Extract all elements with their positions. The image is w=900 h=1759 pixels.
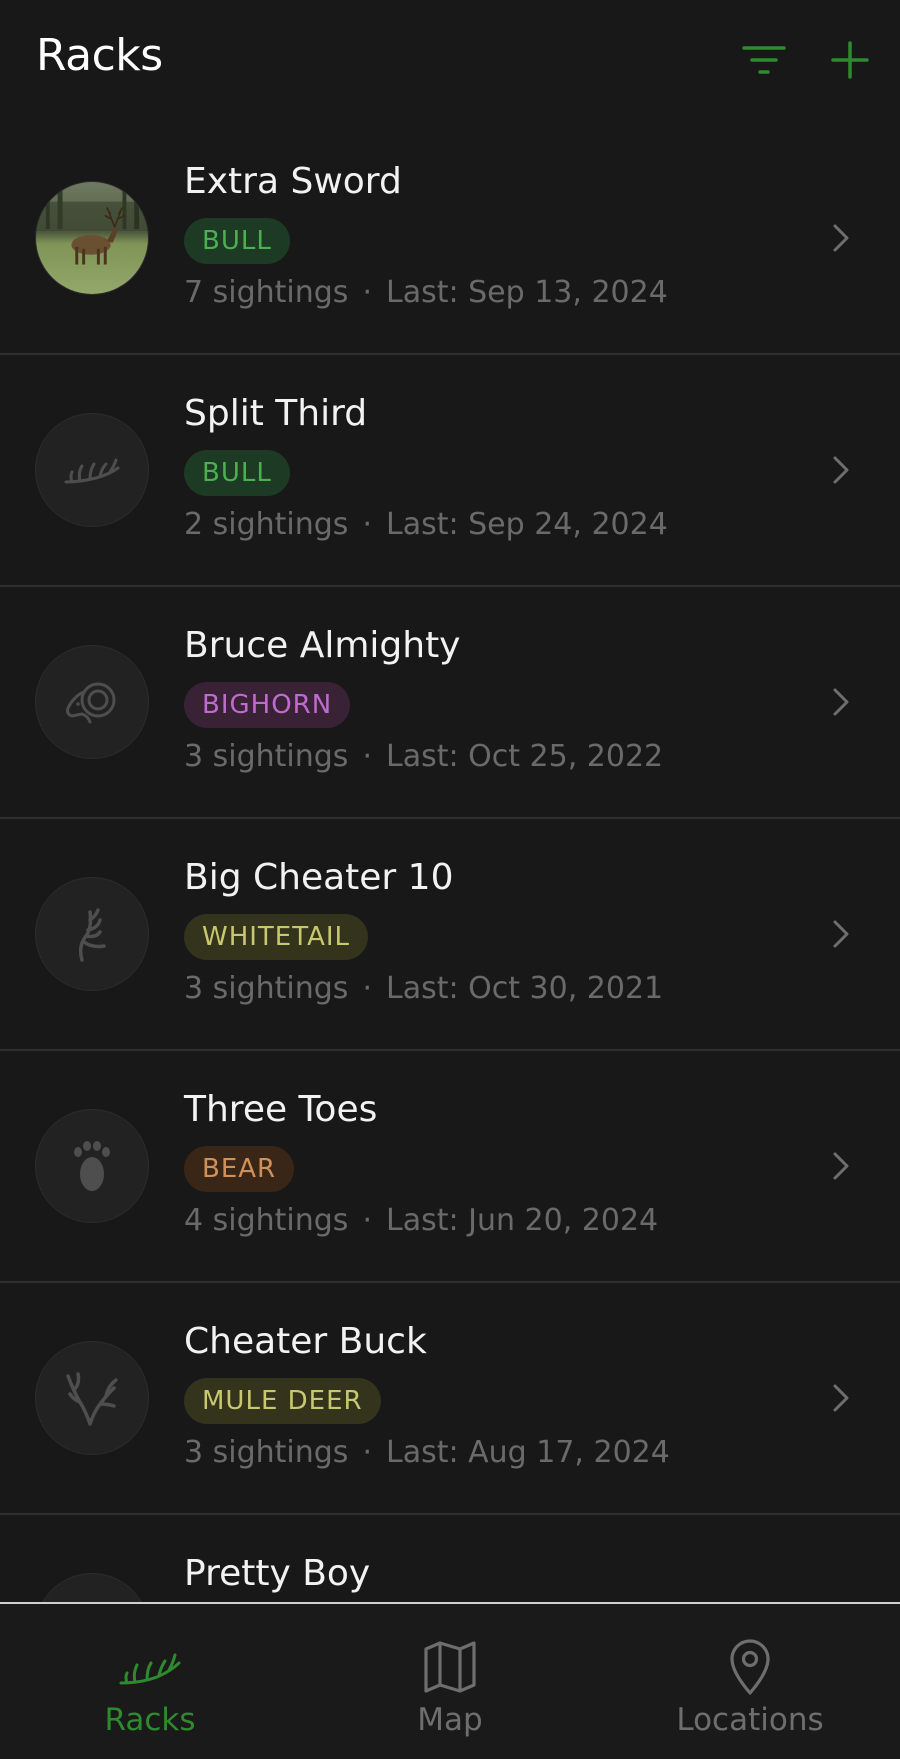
sightings-count: 4 sightings bbox=[184, 1203, 349, 1238]
rack-avatar bbox=[35, 413, 149, 527]
last-sighting: Last: Oct 30, 2021 bbox=[385, 971, 664, 1006]
rack-name: Pretty Boy bbox=[184, 1553, 371, 1594]
separator-dot: · bbox=[362, 1203, 372, 1238]
rack-meta: 3 sightings · Last: Aug 17, 2024 bbox=[184, 1435, 670, 1470]
tab-label: Locations bbox=[676, 1702, 824, 1738]
rack-avatar bbox=[35, 181, 149, 295]
separator-dot: · bbox=[362, 739, 372, 774]
ram-icon bbox=[66, 682, 116, 724]
sightings-count: 3 sightings bbox=[184, 971, 349, 1006]
whitetail-antler-icon bbox=[78, 908, 106, 962]
rack-meta: 7 sightings · Last: Sep 13, 2024 bbox=[184, 275, 668, 310]
bear-paw-icon bbox=[74, 1141, 110, 1191]
location-pin-icon bbox=[600, 1637, 900, 1697]
sightings-count: 3 sightings bbox=[184, 1435, 349, 1470]
rack-row-split-third[interactable]: Split Third BULL 2 sightings · Last: Sep 2… bbox=[0, 355, 900, 587]
tab-label: Map bbox=[417, 1702, 483, 1738]
filter-icon bbox=[742, 46, 786, 74]
rack-avatar bbox=[35, 1109, 149, 1223]
sightings-count: 2 sightings bbox=[184, 507, 349, 542]
sightings-count: 3 sightings bbox=[184, 739, 349, 774]
rack-meta: 3 sightings · Last: Oct 25, 2022 bbox=[184, 739, 663, 774]
chevron-right-icon bbox=[826, 1378, 856, 1418]
species-badge-mule-deer: MULE DEER bbox=[184, 1378, 381, 1424]
filter-button[interactable] bbox=[740, 36, 788, 84]
rack-list: Extra Sword BULL 7 sightings · Last: Sep 1… bbox=[0, 123, 900, 1603]
rack-row-extra-sword[interactable]: Extra Sword BULL 7 sightings · Last: Sep 1… bbox=[0, 123, 900, 355]
rack-name: Bruce Almighty bbox=[184, 625, 461, 666]
map-icon bbox=[300, 1637, 600, 1697]
sightings-count: 7 sightings bbox=[184, 275, 349, 310]
species-badge-bear: BEAR bbox=[184, 1146, 295, 1192]
app-header: Racks bbox=[0, 0, 900, 120]
species-badge-bighorn: BIGHORN bbox=[184, 682, 351, 728]
last-sighting: Last: Aug 17, 2024 bbox=[385, 1435, 670, 1470]
separator-dot: · bbox=[362, 507, 372, 542]
rack-row-cheater-buck[interactable]: Cheater Buck MULE DEER 3 sightings · Last:… bbox=[0, 1283, 900, 1515]
rack-name: Split Third bbox=[184, 393, 368, 434]
species-badge-whitetail: WHITETAIL bbox=[184, 914, 369, 960]
plus-icon bbox=[831, 41, 869, 79]
elk-antler-icon bbox=[64, 458, 120, 484]
add-rack-button[interactable] bbox=[826, 36, 874, 84]
species-badge-bull: BULL bbox=[184, 218, 290, 264]
rack-meta: 2 sightings · Last: Sep 24, 2024 bbox=[184, 507, 668, 542]
avatar-placeholder bbox=[35, 1573, 149, 1603]
rack-avatar bbox=[35, 1341, 149, 1455]
chevron-right-icon bbox=[826, 1146, 856, 1186]
rack-row-pretty-boy[interactable]: Pretty Boy bbox=[0, 1515, 900, 1603]
rack-avatar bbox=[35, 645, 149, 759]
species-badge-bull: BULL bbox=[184, 450, 290, 496]
last-sighting: Last: Oct 25, 2022 bbox=[385, 739, 664, 774]
tab-label: Racks bbox=[104, 1702, 196, 1738]
last-sighting: Last: Sep 24, 2024 bbox=[385, 507, 668, 542]
antler-icon bbox=[0, 1637, 300, 1697]
last-sighting: Last: Sep 13, 2024 bbox=[385, 275, 668, 310]
chevron-right-icon bbox=[826, 450, 856, 490]
tab-locations[interactable]: Locations bbox=[600, 1604, 900, 1759]
rack-row-three-toes[interactable]: Three Toes BEAR 4 sightings · Last: Jun 20… bbox=[0, 1051, 900, 1283]
chevron-right-icon bbox=[826, 914, 856, 954]
rack-name: Extra Sword bbox=[184, 161, 402, 202]
rack-avatar bbox=[35, 877, 149, 991]
rack-name: Cheater Buck bbox=[184, 1321, 427, 1362]
chevron-right-icon bbox=[826, 682, 856, 722]
rack-meta: 4 sightings · Last: Jun 20, 2024 bbox=[184, 1203, 658, 1238]
separator-dot: · bbox=[362, 1435, 372, 1470]
rack-row-big-cheater-10[interactable]: Big Cheater 10 WHITETAIL 3 sightings · Las… bbox=[0, 819, 900, 1051]
chevron-right-icon bbox=[826, 218, 856, 258]
elk-photo bbox=[36, 182, 148, 294]
tab-map[interactable]: Map bbox=[300, 1604, 600, 1759]
rack-name: Three Toes bbox=[184, 1089, 378, 1130]
mule-deer-antler-icon bbox=[66, 1372, 118, 1426]
rack-row-bruce-almighty[interactable]: Bruce Almighty BIGHORN 3 sightings · Last:… bbox=[0, 587, 900, 819]
last-sighting: Last: Jun 20, 2024 bbox=[385, 1203, 659, 1238]
rack-meta: 3 sightings · Last: Oct 30, 2021 bbox=[184, 971, 663, 1006]
page-title: Racks bbox=[36, 30, 163, 81]
tab-racks[interactable]: Racks bbox=[0, 1604, 300, 1759]
separator-dot: · bbox=[362, 275, 372, 310]
rack-name: Big Cheater 10 bbox=[184, 857, 454, 898]
bottom-nav: Racks Map Locations bbox=[0, 1602, 900, 1759]
separator-dot: · bbox=[362, 971, 372, 1006]
